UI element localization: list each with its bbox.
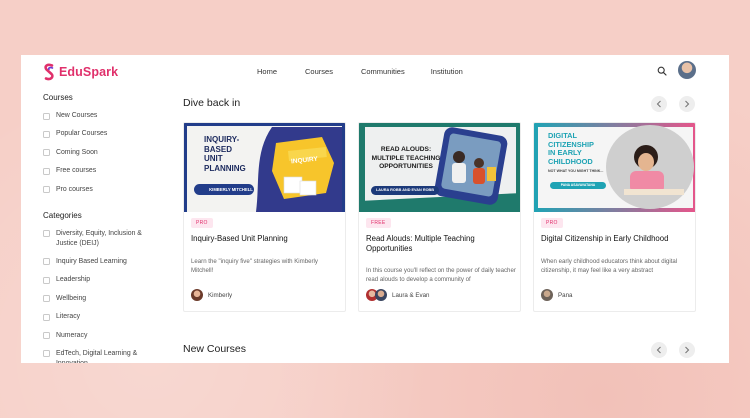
checkbox-icon[interactable]	[43, 313, 50, 321]
pro-badge: PRO	[191, 218, 213, 228]
checkbox-icon[interactable]	[43, 230, 50, 238]
category-deij[interactable]: Diversity, Equity, Inclusion & Justice (…	[43, 229, 163, 249]
carousel-prev-button[interactable]	[651, 342, 667, 358]
author-name: Kimberly	[208, 291, 233, 299]
checkbox-icon[interactable]	[43, 258, 50, 266]
pro-badge: PRO	[541, 218, 563, 228]
chevron-left-icon	[656, 100, 661, 108]
app-window: EduSpark Home Courses Communities Instit…	[21, 55, 729, 363]
filter-free-courses[interactable]: Free courses	[43, 166, 163, 176]
brand-name: EduSpark	[59, 65, 119, 79]
category-edtech[interactable]: EdTech, Digital Learning & Innovation	[43, 349, 163, 363]
search-icon[interactable]	[657, 66, 667, 76]
user-avatar[interactable]	[678, 61, 696, 79]
card-title: Inquiry-Based Unit Planning	[191, 234, 288, 243]
course-thumbnail: INQUIRY- BASED UNIT PLANNING KIMBERLY MI…	[184, 123, 345, 212]
category-inquiry[interactable]: Inquiry Based Learning	[43, 257, 163, 267]
checkbox-icon[interactable]	[43, 295, 50, 303]
card-title: Read Alouds: Multiple Teaching Opportuni…	[366, 234, 475, 253]
checkbox-icon[interactable]	[43, 112, 50, 120]
course-thumbnail: DIGITAL CITIZENSHIP IN EARLY CHILDHOOD N…	[534, 123, 695, 212]
brand-logo[interactable]: EduSpark	[43, 63, 118, 81]
checkbox-icon[interactable]	[43, 350, 50, 358]
card-description: Learn the "inquiry five" strategies with…	[191, 258, 318, 274]
dive-back-in-title: Dive back in	[183, 97, 241, 109]
main-nav: Home Courses Communities Institution	[257, 67, 463, 76]
art-author-pill: KIMBERLY MITCHELL	[209, 187, 253, 192]
checkbox-icon[interactable]	[43, 130, 50, 138]
course-card-inquiry[interactable]: INQUIRY- BASED UNIT PLANNING KIMBERLY MI…	[183, 122, 346, 312]
course-card-digital-citizenship[interactable]: DIGITAL CITIZENSHIP IN EARLY CHILDHOOD N…	[533, 122, 696, 312]
filter-pro-courses[interactable]: Pro courses	[43, 185, 163, 195]
eduspark-logo-icon	[44, 63, 54, 81]
checkbox-icon[interactable]	[43, 149, 50, 157]
art-title-line: BASED	[204, 144, 233, 154]
new-courses-title: New Courses	[183, 343, 247, 355]
course-thumbnail: READ ALOUDS: MULTIPLE TEACHING OPPORTUNI…	[359, 123, 520, 212]
checkbox-icon[interactable]	[43, 332, 50, 340]
top-nav-bar: EduSpark Home Courses Communities Instit…	[21, 55, 729, 89]
author-avatar	[541, 289, 553, 301]
card-description: In this course you'll reflect on the pow…	[366, 267, 516, 283]
category-leadership[interactable]: Leadership	[43, 275, 163, 285]
art-title-line: MULTIPLE TEACHING	[371, 154, 441, 162]
filter-popular-courses[interactable]: Popular Courses	[43, 129, 163, 139]
art-title-line: CHILDHOOD	[548, 156, 593, 166]
checkbox-icon[interactable]	[43, 276, 50, 284]
chevron-right-icon	[685, 346, 690, 354]
author-avatars	[366, 289, 387, 301]
art-title-line: PLANNING	[204, 163, 246, 173]
categories-heading: Categories	[43, 210, 82, 220]
card-author: Kimberly	[191, 289, 232, 301]
filter-coming-soon[interactable]: Coming Soon	[43, 148, 163, 158]
nav-courses[interactable]: Courses	[305, 67, 333, 76]
card-author: Pana	[541, 289, 572, 301]
author-avatar	[191, 289, 203, 301]
category-wellbeing[interactable]: Wellbeing	[43, 294, 163, 304]
chevron-right-icon	[685, 100, 690, 108]
card-author: Laura & Evan	[366, 289, 430, 301]
filter-new-courses[interactable]: New Courses	[43, 111, 163, 121]
checkbox-icon[interactable]	[43, 186, 50, 194]
checkbox-icon[interactable]	[43, 167, 50, 175]
card-description: When early childhood educators think abo…	[541, 258, 678, 274]
nav-home[interactable]: Home	[257, 67, 277, 76]
carousel-next-button[interactable]	[679, 96, 695, 112]
card-title: Digital Citizenship in Early Childhood	[541, 234, 669, 243]
courses-heading: Courses	[43, 93, 73, 102]
author-name: Pana	[558, 291, 573, 299]
category-numeracy[interactable]: Numeracy	[43, 331, 163, 341]
nav-communities[interactable]: Communities	[361, 67, 405, 76]
carousel-prev-button[interactable]	[651, 96, 667, 112]
author-name: Laura & Evan	[392, 291, 430, 299]
art-author-pill: PANA ASAVAVATANA	[560, 183, 596, 187]
nav-institution[interactable]: Institution	[431, 67, 463, 76]
art-title-line: UNIT	[204, 154, 223, 163]
course-card-read-alouds[interactable]: READ ALOUDS: MULTIPLE TEACHING OPPORTUNI…	[358, 122, 521, 312]
filter-sidebar: Courses New Courses Popular Courses Comi…	[43, 93, 163, 363]
category-literacy[interactable]: Literacy	[43, 312, 163, 322]
chevron-left-icon	[656, 346, 661, 354]
art-subtitle: NOT WHAT YOU MIGHT THINK...	[548, 169, 604, 173]
art-author-pill: LAURA ROBB AND EVAN ROBB	[375, 188, 435, 192]
carousel-next-button[interactable]	[679, 342, 695, 358]
free-badge: FREE	[366, 218, 391, 228]
art-title-line: OPPORTUNITIES	[379, 163, 433, 170]
author-avatar	[375, 289, 387, 301]
art-title-line: READ ALOUDS:	[380, 146, 432, 153]
art-title-line: INQUIRY-	[204, 135, 240, 144]
